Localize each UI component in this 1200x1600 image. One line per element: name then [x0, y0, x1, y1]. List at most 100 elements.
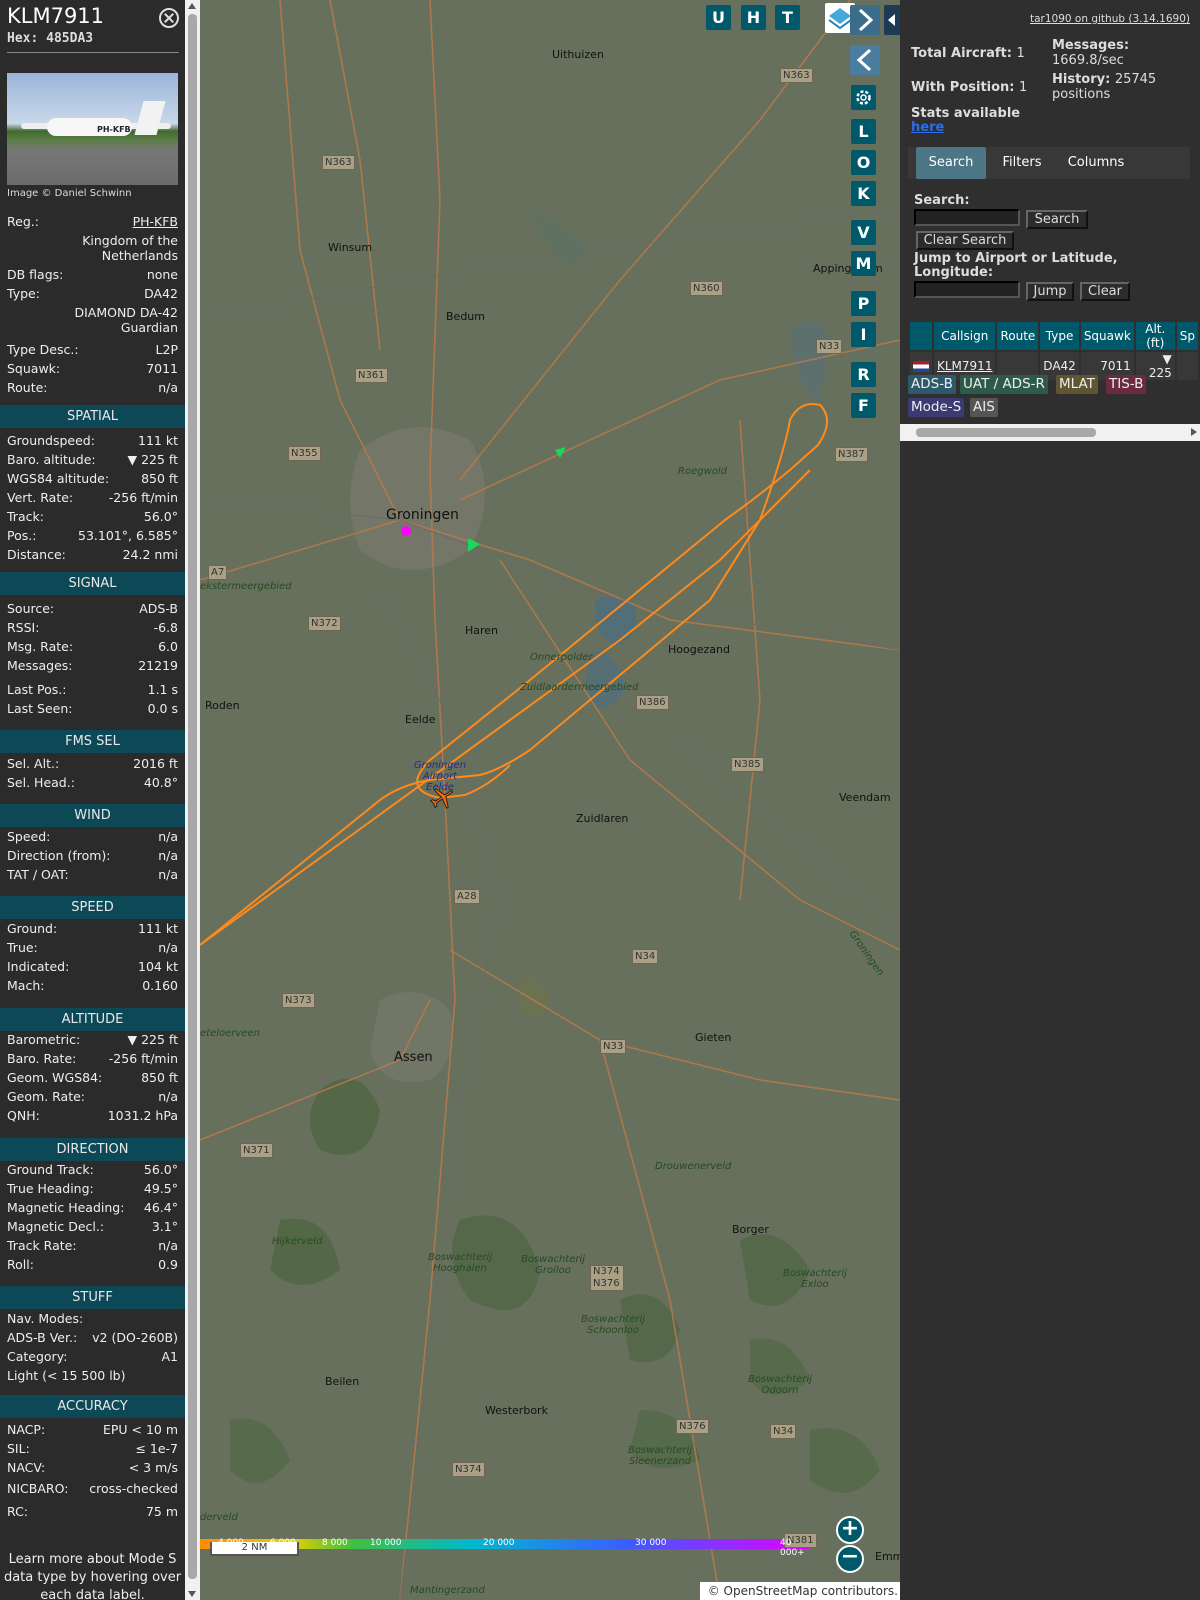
- detail-label[interactable]: Baro. Rate:: [7, 1051, 76, 1066]
- column-header-type[interactable]: Type: [1040, 322, 1079, 350]
- source-badge-mlat[interactable]: MLAT: [1056, 375, 1098, 394]
- detail-label[interactable]: Light (< 15 500 lb): [7, 1368, 126, 1383]
- detail-label[interactable]: SIL:: [7, 1441, 30, 1456]
- jump-button[interactable]: Jump: [1026, 282, 1074, 301]
- scroll-right-icon[interactable]: [1191, 428, 1197, 436]
- toolbar-button-h[interactable]: H: [741, 5, 766, 30]
- detail-label[interactable]: True Heading:: [7, 1181, 94, 1196]
- expand-sidebar-button[interactable]: [850, 5, 880, 35]
- detail-label[interactable]: Baro. altitude:: [7, 452, 96, 467]
- aircraft-photo[interactable]: PH-KFB: [7, 73, 178, 185]
- column-header-speed[interactable]: Sp: [1176, 322, 1198, 350]
- toolbar-button-k[interactable]: K: [851, 181, 876, 206]
- close-icon[interactable]: [159, 8, 179, 28]
- source-badge-ais[interactable]: AIS: [970, 398, 998, 417]
- map-view[interactable]: Uithuizen Winsum Bedum Appingedam Gronin…: [200, 0, 900, 1600]
- detail-label[interactable]: Sel. Alt.:: [7, 756, 59, 771]
- detail-label[interactable]: Speed:: [7, 829, 50, 844]
- detail-label[interactable]: Last Pos.:: [7, 682, 66, 697]
- detail-label[interactable]: True:: [7, 940, 38, 955]
- section-header-accuracy[interactable]: ACCURACY: [0, 1395, 185, 1418]
- zoom-out-icon[interactable]: −: [836, 1545, 864, 1573]
- detail-label[interactable]: Pos.:: [7, 528, 36, 543]
- detail-label[interactable]: WGS84 altitude:: [7, 471, 109, 486]
- column-header-squawk[interactable]: Squawk: [1080, 322, 1134, 350]
- scroll-up-icon[interactable]: [188, 3, 196, 9]
- detail-label[interactable]: Magnetic Decl.:: [7, 1219, 104, 1234]
- detail-label[interactable]: NICBARO:: [7, 1481, 68, 1496]
- settings-button[interactable]: [851, 85, 876, 110]
- toolbar-button-m[interactable]: M: [851, 251, 876, 276]
- section-header-wind[interactable]: WIND: [0, 804, 185, 827]
- column-header-altitude[interactable]: Alt. (ft): [1135, 322, 1175, 350]
- detail-label[interactable]: Nav. Modes:: [7, 1311, 83, 1326]
- toggle-width-button[interactable]: [884, 5, 900, 35]
- detail-label[interactable]: Track Rate:: [7, 1238, 77, 1253]
- detail-label[interactable]: Indicated:: [7, 959, 69, 974]
- detail-label[interactable]: Geom. WGS84:: [7, 1070, 102, 1085]
- detail-label[interactable]: Messages:: [7, 658, 73, 673]
- scroll-thumb[interactable]: [916, 428, 1096, 437]
- tab-columns[interactable]: Columns: [1056, 147, 1136, 179]
- section-header-fms[interactable]: FMS SEL: [0, 730, 185, 753]
- toolbar-button-o[interactable]: O: [851, 150, 876, 175]
- table-scrollbar[interactable]: [900, 424, 1200, 441]
- stats-link[interactable]: here: [911, 120, 944, 135]
- clear-button[interactable]: Clear: [1080, 282, 1130, 301]
- detail-label[interactable]: Ground:: [7, 921, 57, 936]
- detail-label[interactable]: Barometric:: [7, 1032, 80, 1047]
- detail-label[interactable]: Groundspeed:: [7, 433, 95, 448]
- map-attribution[interactable]: © OpenStreetMap contributors.: [700, 1582, 900, 1600]
- detail-label[interactable]: Source:: [7, 601, 54, 616]
- github-link[interactable]: tar1090 on github (3.14.1690): [1030, 13, 1190, 25]
- detail-label[interactable]: Vert. Rate:: [7, 490, 73, 505]
- tab-search[interactable]: Search: [916, 147, 986, 179]
- left-panel-scrollbar[interactable]: [185, 0, 200, 1600]
- scroll-thumb[interactable]: [188, 14, 197, 1579]
- detail-label[interactable]: Msg. Rate:: [7, 639, 73, 654]
- column-header-callsign[interactable]: Callsign: [934, 322, 996, 350]
- detail-label[interactable]: Distance:: [7, 547, 66, 562]
- toolbar-button-f[interactable]: F: [851, 393, 876, 418]
- toolbar-button-p[interactable]: P: [851, 291, 876, 316]
- scroll-down-icon[interactable]: [188, 1591, 196, 1597]
- detail-label[interactable]: ADS-B Ver.:: [7, 1330, 77, 1345]
- clear-search-button[interactable]: Clear Search: [916, 231, 1014, 250]
- toolbar-button-t[interactable]: T: [775, 5, 800, 30]
- detail-label[interactable]: QNH:: [7, 1108, 40, 1123]
- detail-label[interactable]: Magnetic Heading:: [7, 1200, 124, 1215]
- jump-input[interactable]: [914, 281, 1020, 298]
- detail-label[interactable]: Last Seen:: [7, 701, 72, 716]
- detail-label[interactable]: Geom. Rate:: [7, 1089, 85, 1104]
- source-badge-adsb[interactable]: ADS-B: [908, 375, 956, 394]
- search-input[interactable]: [914, 209, 1020, 226]
- source-badge-tisb[interactable]: TIS-B: [1106, 375, 1147, 394]
- toolbar-button-u[interactable]: U: [706, 5, 731, 30]
- detail-label[interactable]: Ground Track:: [7, 1162, 94, 1177]
- detail-label[interactable]: RSSI:: [7, 620, 39, 635]
- source-badge-uat[interactable]: UAT / ADS-R: [960, 375, 1048, 394]
- collapse-sidebar-button[interactable]: [850, 45, 880, 75]
- column-header-route[interactable]: Route: [997, 322, 1039, 350]
- toolbar-button-i[interactable]: I: [851, 322, 876, 347]
- detail-label[interactable]: RC:: [7, 1504, 28, 1519]
- tab-filters[interactable]: Filters: [992, 147, 1052, 179]
- detail-label[interactable]: NACP:: [7, 1422, 45, 1437]
- detail-label[interactable]: Direction (from):: [7, 848, 111, 863]
- toolbar-button-v[interactable]: V: [851, 220, 876, 245]
- section-header-spatial[interactable]: SPATIAL: [0, 405, 185, 428]
- zoom-in-icon[interactable]: +: [836, 1516, 864, 1544]
- column-header-flag[interactable]: [910, 322, 932, 350]
- detail-label[interactable]: Mach:: [7, 978, 44, 993]
- detail-label[interactable]: Track:: [7, 509, 44, 524]
- detail-label[interactable]: TAT / OAT:: [7, 867, 69, 882]
- search-button[interactable]: Search: [1026, 210, 1088, 229]
- detail-label[interactable]: Sel. Head.:: [7, 775, 75, 790]
- detail-label[interactable]: Roll:: [7, 1257, 34, 1272]
- detail-label[interactable]: NACV:: [7, 1460, 45, 1475]
- toolbar-button-r[interactable]: R: [851, 362, 876, 387]
- section-header-speed[interactable]: SPEED: [0, 896, 185, 919]
- section-header-direction[interactable]: DIRECTION: [0, 1138, 185, 1161]
- detail-label[interactable]: Category:: [7, 1349, 67, 1364]
- toolbar-button-l[interactable]: L: [851, 119, 876, 144]
